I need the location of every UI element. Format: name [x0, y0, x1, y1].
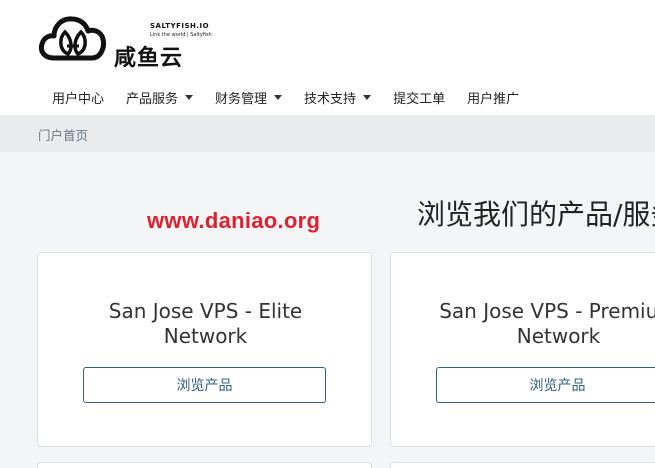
nav-item-billing[interactable]: 财务管理	[204, 88, 293, 107]
product-card: San Jose VPS - Premium Network 浏览产品	[390, 252, 655, 447]
breadcrumb: 门户首页	[38, 128, 89, 143]
nav-item-label: 用户中心	[52, 91, 105, 107]
nav-item-submit-ticket[interactable]: 提交工单	[382, 88, 456, 107]
nav-item-products[interactable]: 产品服务	[115, 88, 204, 107]
watermark-text: www.daniao.org	[147, 208, 321, 233]
caret-down-icon	[185, 95, 194, 100]
page-heading: 浏览我们的产品/服务	[417, 198, 655, 231]
cloud-fish-logo-icon	[38, 16, 106, 61]
product-card: San Jose VPS - Elite Network 浏览产品	[37, 252, 372, 447]
browse-product-button[interactable]: 浏览产品	[83, 367, 326, 403]
product-title-line: San Jose VPS - Elite	[108, 299, 303, 323]
caret-down-icon	[274, 95, 283, 100]
product-card-partial	[390, 462, 655, 468]
product-title-line: Network	[163, 324, 248, 348]
nav-item-label: 财务管理	[215, 91, 268, 107]
product-card-title: San Jose VPS - Elite Network	[38, 299, 373, 349]
nav-item-label: 提交工单	[393, 91, 446, 107]
main-nav: 用户中心 产品服务 财务管理 技术支持 提交工单 用户推广	[41, 84, 530, 110]
product-card-partial	[37, 462, 372, 468]
logo-tagline: Link the world | Saltyfish	[150, 32, 212, 38]
nav-item-user-center[interactable]: 用户中心	[41, 88, 115, 107]
site-logo[interactable]: SALTYFISH.IO Link the world | Saltyfish …	[38, 10, 212, 71]
logo-brand-text: SALTYFISH.IO	[150, 22, 210, 30]
site-header: SALTYFISH.IO Link the world | Saltyfish …	[0, 0, 655, 115]
nav-item-label: 用户推广	[467, 91, 520, 107]
product-title-line: San Jose VPS - Premium	[439, 299, 655, 323]
nav-item-affiliate[interactable]: 用户推广	[456, 88, 530, 107]
caret-down-icon	[363, 95, 372, 100]
product-card-title: San Jose VPS - Premium Network	[391, 299, 655, 349]
product-title-line: Network	[516, 324, 601, 348]
breadcrumb-bar: 门户首页	[0, 115, 655, 152]
nav-item-label: 产品服务	[126, 91, 179, 107]
logo-name-cn: 咸鱼云	[114, 46, 184, 71]
nav-item-label: 技术支持	[304, 91, 357, 107]
browse-product-button[interactable]: 浏览产品	[436, 367, 655, 403]
nav-item-support[interactable]: 技术支持	[293, 88, 382, 107]
